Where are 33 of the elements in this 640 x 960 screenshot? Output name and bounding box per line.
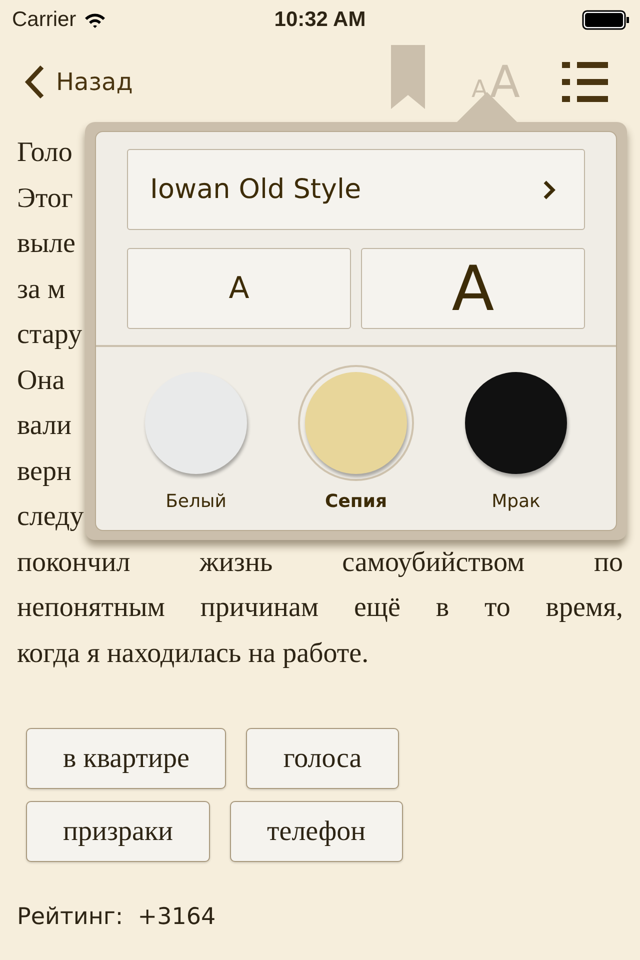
body-text-line: непонятным причинам ещё в то время, <box>17 591 623 625</box>
body-text-fragment: вали <box>17 409 72 443</box>
body-text-line: когда я находилась на работе. <box>17 636 369 670</box>
clock-time: 10:32 AM <box>274 8 366 32</box>
larger-text-button[interactable]: A <box>361 248 585 329</box>
tag-chip[interactable]: призраки <box>26 801 210 862</box>
theme-label: Белый <box>166 491 226 512</box>
smaller-text-button[interactable]: A <box>127 248 351 329</box>
rating-text: Рейтинг: +3164 <box>16 903 217 930</box>
body-text-fragment: выле <box>17 227 76 261</box>
carrier-name: Carrier <box>12 8 76 32</box>
body-text-fragment: Голо <box>17 136 72 170</box>
body-text-line: покончил жизнь самоубийством по <box>17 546 623 580</box>
theme-swatch[interactable] <box>298 365 414 481</box>
font-picker-button[interactable]: Iowan Old Style <box>127 149 585 230</box>
body-text-fragment: верн <box>17 454 72 488</box>
body-text-fragment: за м <box>17 272 66 306</box>
body-text-fragment: следу <box>17 500 84 534</box>
chevron-left-icon <box>24 64 46 100</box>
tag-chip[interactable]: в квартире <box>26 728 226 789</box>
tag-chip[interactable]: телефон <box>230 801 403 862</box>
wifi-icon <box>84 12 106 28</box>
theme-label: Сепия <box>324 491 388 512</box>
body-text-fragment: Она <box>17 364 65 398</box>
back-button[interactable]: Назад <box>24 64 133 100</box>
bookmark-icon[interactable] <box>391 45 426 109</box>
body-text-fragment: стару <box>17 318 82 352</box>
list-icon[interactable] <box>562 62 608 102</box>
battery-icon <box>582 10 630 30</box>
theme-label: Мрак <box>492 491 540 512</box>
body-text-fragment: Этог <box>17 182 73 216</box>
chevron-right-icon <box>542 178 556 200</box>
tag-chip[interactable]: голоса <box>246 728 399 789</box>
